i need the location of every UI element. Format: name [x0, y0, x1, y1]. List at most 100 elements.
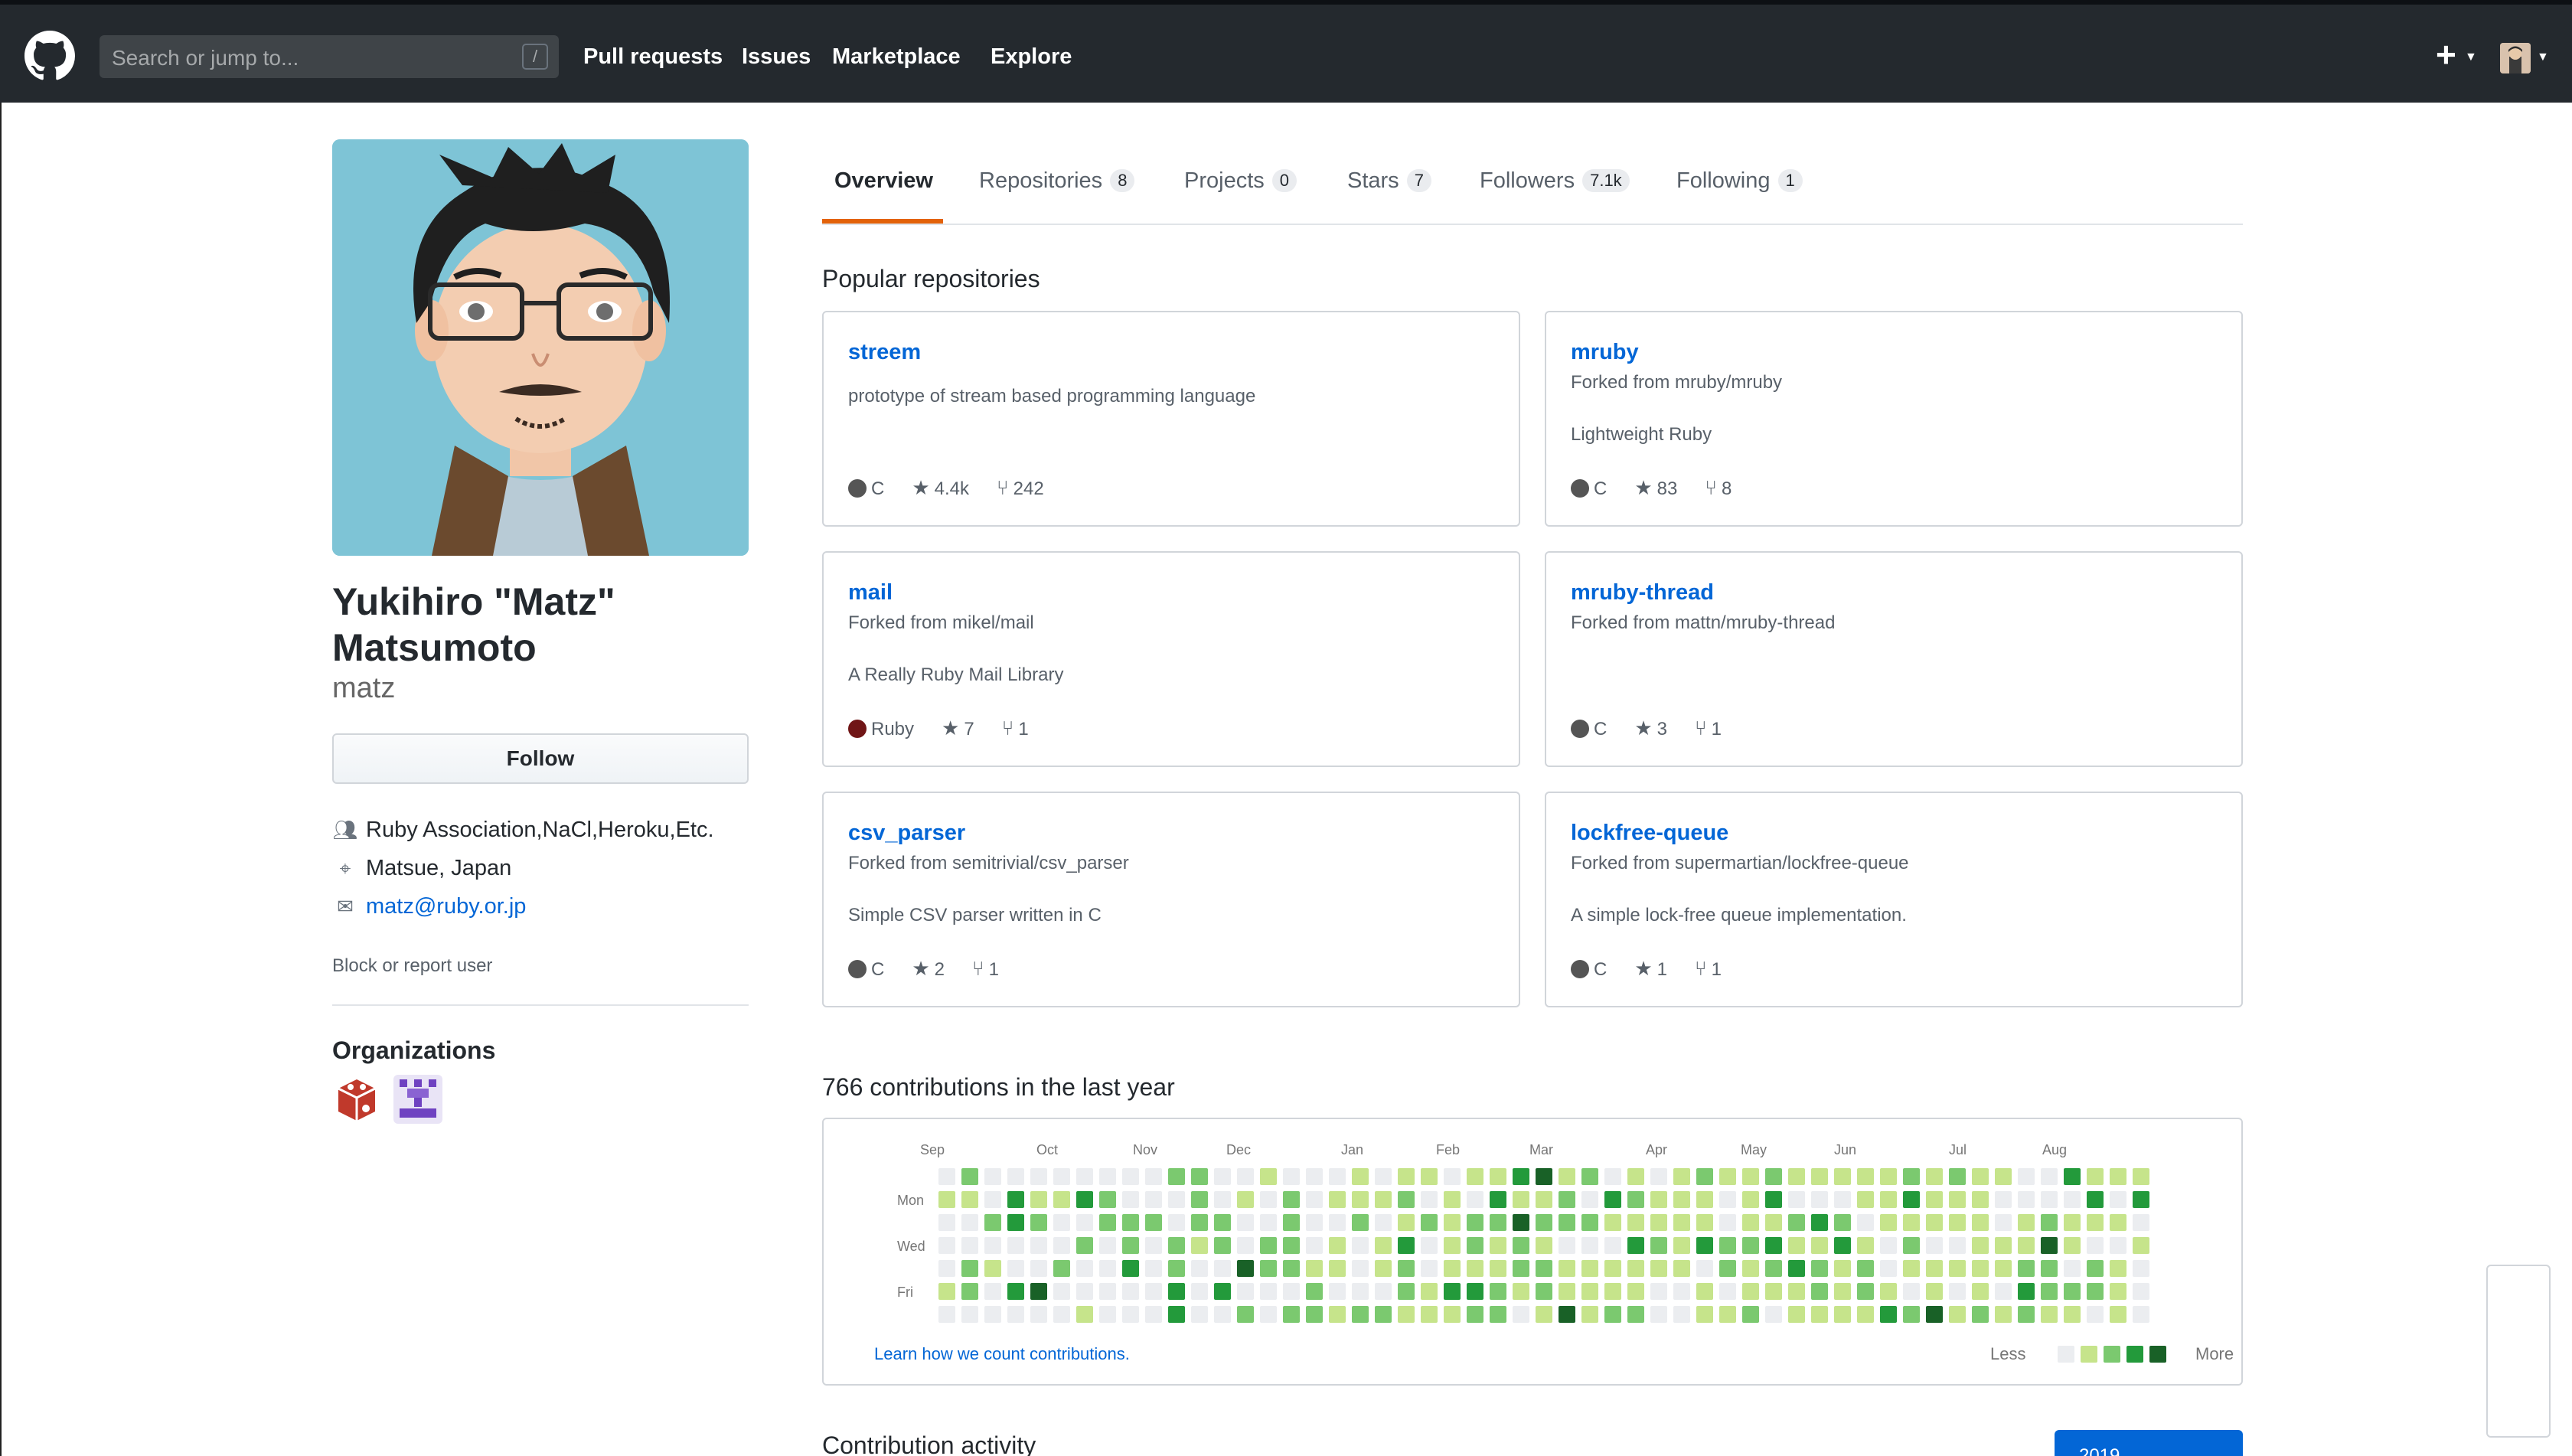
- nav-pull-requests[interactable]: Pull requests: [583, 44, 723, 70]
- contribution-day[interactable]: [1053, 1168, 1070, 1185]
- contribution-day[interactable]: [984, 1283, 1001, 1300]
- tab-repositories[interactable]: Repositories 8: [979, 168, 1135, 194]
- contribution-day[interactable]: [1306, 1191, 1323, 1208]
- contribution-day[interactable]: [1788, 1191, 1805, 1208]
- contribution-day[interactable]: [1673, 1168, 1690, 1185]
- contribution-day[interactable]: [1536, 1214, 1552, 1231]
- contribution-day[interactable]: [1260, 1237, 1277, 1254]
- star-icon[interactable]: ★: [912, 957, 929, 980]
- contribution-day[interactable]: [984, 1191, 1001, 1208]
- contribution-day[interactable]: [1765, 1168, 1782, 1185]
- contribution-day[interactable]: [1053, 1191, 1070, 1208]
- contribution-day[interactable]: [1880, 1283, 1897, 1300]
- contribution-day[interactable]: [1949, 1283, 1966, 1300]
- contribution-day[interactable]: [1306, 1260, 1323, 1277]
- contribution-day[interactable]: [1995, 1306, 2012, 1323]
- star-icon[interactable]: ★: [912, 476, 929, 499]
- contribution-day[interactable]: [2041, 1168, 2058, 1185]
- contribution-day[interactable]: [2110, 1237, 2126, 1254]
- floating-side-panel[interactable]: [2486, 1265, 2551, 1438]
- contribution-day[interactable]: [1765, 1237, 1782, 1254]
- contribution-day[interactable]: [984, 1306, 1001, 1323]
- repo-forks[interactable]: 8: [1722, 478, 1732, 499]
- contribution-day[interactable]: [1604, 1191, 1621, 1208]
- org-ruby-association-avatar[interactable]: [332, 1075, 381, 1124]
- repo-stars[interactable]: 4.4k: [935, 478, 969, 499]
- contribution-day[interactable]: [1650, 1283, 1667, 1300]
- contribution-day[interactable]: [2133, 1306, 2149, 1323]
- contribution-day[interactable]: [1650, 1214, 1667, 1231]
- star-icon[interactable]: ★: [1634, 717, 1652, 739]
- contribution-day[interactable]: [1559, 1306, 1575, 1323]
- contribution-day[interactable]: [1214, 1168, 1231, 1185]
- contribution-day[interactable]: [1421, 1191, 1438, 1208]
- repo-forks[interactable]: 1: [1018, 719, 1028, 739]
- contribution-day[interactable]: [1421, 1306, 1438, 1323]
- contribution-day[interactable]: [1949, 1168, 1966, 1185]
- contribution-day[interactable]: [1490, 1260, 1506, 1277]
- contribution-day[interactable]: [1650, 1306, 1667, 1323]
- contribution-day[interactable]: [1834, 1260, 1851, 1277]
- contribution-day[interactable]: [1834, 1283, 1851, 1300]
- fork-icon[interactable]: ⑂: [997, 476, 1009, 499]
- contribution-day[interactable]: [1513, 1283, 1529, 1300]
- contribution-day[interactable]: [1765, 1214, 1782, 1231]
- contribution-day[interactable]: [1811, 1237, 1828, 1254]
- contribution-day[interactable]: [1375, 1214, 1392, 1231]
- follow-button[interactable]: Follow: [332, 733, 749, 784]
- contribution-day[interactable]: [1926, 1168, 1943, 1185]
- contribution-day[interactable]: [1237, 1237, 1254, 1254]
- contribution-day[interactable]: [1949, 1237, 1966, 1254]
- contribution-day[interactable]: [2041, 1191, 2058, 1208]
- contribution-day[interactable]: [1650, 1260, 1667, 1277]
- contribution-day[interactable]: [1053, 1306, 1070, 1323]
- nav-explore[interactable]: Explore: [991, 44, 1072, 70]
- contribution-day[interactable]: [1467, 1260, 1483, 1277]
- repo-forks[interactable]: 1: [1712, 959, 1722, 980]
- contribution-day[interactable]: [1191, 1283, 1208, 1300]
- contribution-day[interactable]: [1627, 1191, 1644, 1208]
- contribution-day[interactable]: [1903, 1260, 1920, 1277]
- contribution-day[interactable]: [1513, 1260, 1529, 1277]
- contribution-day[interactable]: [1444, 1306, 1461, 1323]
- contribution-day[interactable]: [1995, 1237, 2012, 1254]
- contribution-day[interactable]: [1995, 1214, 2012, 1231]
- contribution-day[interactable]: [1030, 1214, 1047, 1231]
- repo-name-link[interactable]: mruby-thread: [1571, 580, 1714, 606]
- contribution-day[interactable]: [1857, 1306, 1874, 1323]
- contribution-day[interactable]: [1214, 1191, 1231, 1208]
- contribution-day[interactable]: [1559, 1214, 1575, 1231]
- contribution-day[interactable]: [1145, 1306, 1162, 1323]
- contribution-day[interactable]: [2133, 1214, 2149, 1231]
- contribution-day[interactable]: [1673, 1191, 1690, 1208]
- contribution-day[interactable]: [2064, 1260, 2081, 1277]
- contribution-day[interactable]: [984, 1237, 1001, 1254]
- contribution-day[interactable]: [938, 1283, 955, 1300]
- repo-name-link[interactable]: mail: [848, 580, 893, 606]
- contribution-day[interactable]: [1536, 1306, 1552, 1323]
- contribution-day[interactable]: [2018, 1168, 2035, 1185]
- contribution-day[interactable]: [2087, 1306, 2104, 1323]
- contribution-day[interactable]: [1375, 1306, 1392, 1323]
- contribution-day[interactable]: [1191, 1168, 1208, 1185]
- contribution-day[interactable]: [1719, 1306, 1736, 1323]
- contribution-day[interactable]: [1168, 1260, 1185, 1277]
- contribution-day[interactable]: [1260, 1168, 1277, 1185]
- contribution-day[interactable]: [1329, 1168, 1346, 1185]
- contribution-day[interactable]: [1191, 1306, 1208, 1323]
- contribution-day[interactable]: [1742, 1214, 1759, 1231]
- contribution-day[interactable]: [1145, 1191, 1162, 1208]
- learn-contributions-link[interactable]: Learn how we count contributions.: [874, 1344, 1130, 1364]
- contribution-day[interactable]: [1788, 1283, 1805, 1300]
- contribution-day[interactable]: [1329, 1283, 1346, 1300]
- contribution-day[interactable]: [1719, 1260, 1736, 1277]
- contribution-day[interactable]: [1559, 1237, 1575, 1254]
- contribution-day[interactable]: [1903, 1168, 1920, 1185]
- contribution-day[interactable]: [1490, 1237, 1506, 1254]
- contribution-day[interactable]: [2064, 1237, 2081, 1254]
- contribution-day[interactable]: [1467, 1237, 1483, 1254]
- contribution-day[interactable]: [1237, 1306, 1254, 1323]
- contribution-day[interactable]: [1467, 1214, 1483, 1231]
- contribution-day[interactable]: [1007, 1237, 1024, 1254]
- contribution-day[interactable]: [1903, 1283, 1920, 1300]
